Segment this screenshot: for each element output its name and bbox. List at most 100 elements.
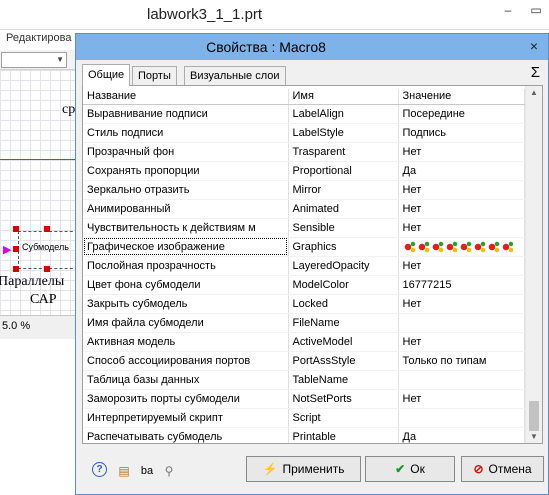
chevron-down-icon: ▼ — [56, 55, 64, 64]
main-window-title: labwork3_1_1.prt — [147, 6, 263, 23]
table-row[interactable]: Заморозить порты субмодели NotSetPorts Нет — [83, 389, 525, 409]
submodel-block[interactable]: Субмодель — [18, 231, 76, 269]
ok-button[interactable]: ✔ Ок — [365, 456, 455, 482]
tab-visual-layers[interactable]: Визуальные слои — [184, 66, 286, 85]
table-row[interactable]: Распечатывать субмодель Printable Да — [83, 427, 525, 443]
maximize-icon[interactable]: ▭ — [522, 0, 549, 21]
cancel-button[interactable]: ⊘ Отмена — [461, 456, 544, 482]
scroll-up-icon[interactable]: ▲ — [530, 88, 538, 97]
property-name-cell: LabelAlign — [288, 104, 399, 124]
property-title-cell: Стиль подписи — [83, 123, 289, 143]
table-row[interactable]: Прозрачный фон Trasparent Нет — [83, 142, 525, 162]
table-row[interactable]: Чувствительность к действиям м Sensible Не… — [83, 218, 525, 238]
table-row[interactable]: Зеркально отразить Mirror Нет — [83, 180, 525, 200]
table-row[interactable]: Сохранять пропорции Proportional Да — [83, 161, 525, 181]
tab-general[interactable]: Общие — [82, 64, 131, 86]
close-icon[interactable]: × — [530, 38, 538, 54]
property-value-cell[interactable]: Да — [398, 427, 525, 443]
minimize-icon[interactable]: – — [494, 0, 522, 21]
property-title-cell: Прозрачный фон — [83, 142, 289, 162]
property-name-cell: Graphics — [288, 237, 399, 257]
property-name-cell: Mirror — [288, 180, 399, 200]
properties-icon[interactable]: ▤ — [115, 462, 133, 480]
property-value-cell[interactable]: Да — [398, 161, 525, 181]
property-value-cell[interactable]: 16777215 — [398, 275, 525, 295]
table-row[interactable]: Интерпретируемый скрипт Script — [83, 408, 525, 428]
main-title-bar: labwork3_1_1.prt – ▭ — [0, 0, 549, 30]
scrollbar-thumb[interactable] — [529, 401, 539, 431]
property-title-cell: Имя файла субмодели — [83, 313, 289, 333]
table-row[interactable]: Способ ассоциирования портов PortAssStyle… — [83, 351, 525, 371]
property-value-cell[interactable]: Нет — [398, 256, 525, 276]
property-name-cell: PortAssStyle — [288, 351, 399, 371]
selection-handle[interactable] — [13, 226, 19, 232]
column-header-title[interactable]: Название — [83, 89, 289, 105]
menu-item-edit[interactable]: Редактирова — [6, 32, 71, 44]
table-row[interactable]: Закрыть субмодель Locked Нет — [83, 294, 525, 314]
property-name-cell: LayeredOpacity — [288, 256, 399, 276]
property-value-cell[interactable] — [398, 370, 525, 390]
property-value-cell[interactable]: Нет — [398, 142, 525, 162]
column-header-name[interactable]: Имя — [288, 89, 399, 105]
search-icon[interactable]: ⚲ — [160, 462, 178, 480]
property-title-cell: Послойная прозрачность — [83, 256, 289, 276]
selection-handle[interactable] — [44, 226, 50, 232]
scroll-down-icon[interactable]: ▼ — [530, 432, 538, 441]
sigma-icon[interactable]: Σ — [531, 64, 540, 81]
property-title-cell: Зеркально отразить — [83, 180, 289, 200]
table-row[interactable]: Таблица базы данных TableName — [83, 370, 525, 390]
column-header-value[interactable]: Значение — [398, 89, 525, 105]
selection-handle[interactable] — [13, 246, 19, 252]
property-value-cell[interactable]: Подпись — [398, 123, 525, 143]
property-value-cell[interactable] — [398, 313, 525, 333]
table-row[interactable]: Цвет фона субмодели ModelColor 16777215 — [83, 275, 525, 295]
property-title-cell: Выравнивание подписи — [83, 104, 289, 124]
property-value-cell[interactable]: Нет — [398, 199, 525, 219]
property-value-cell[interactable]: Нет — [398, 294, 525, 314]
help-icon[interactable]: ? — [92, 462, 107, 477]
dialog-title-bar: Свойства : Macro8 × — [76, 34, 548, 60]
property-name-cell: TableName — [288, 370, 399, 390]
zoom-level: 5.0 % — [2, 320, 31, 332]
property-name-cell: Proportional — [288, 161, 399, 181]
model-canvas[interactable]: ср Субмодель ▶ Параллелы САР — [0, 70, 76, 315]
tab-ports[interactable]: Порты — [132, 66, 177, 85]
property-name-cell: Sensible — [288, 218, 399, 238]
property-value-cell[interactable]: Посередине — [398, 104, 525, 124]
property-name-cell: Animated — [288, 199, 399, 219]
property-name-cell: Locked — [288, 294, 399, 314]
property-value-cell[interactable] — [398, 408, 525, 428]
selection-handle[interactable] — [13, 266, 19, 272]
property-title-cell: Графическое изображение — [83, 237, 289, 257]
property-title-cell: Распечатывать субмодель — [83, 427, 289, 443]
table-row[interactable]: Имя файла субмодели FileName — [83, 313, 525, 333]
property-value-cell[interactable]: Нет — [398, 180, 525, 200]
table-row[interactable]: Стиль подписи LabelStyle Подпись — [83, 123, 525, 143]
table-row[interactable]: Графическое изображение Graphics — [83, 237, 525, 257]
table-row[interactable]: Послойная прозрачность LayeredOpacity Нет — [83, 256, 525, 276]
table-header-row: Название Имя Значение — [83, 89, 525, 105]
table-row[interactable]: Активная модель ActiveModel Нет — [83, 332, 525, 352]
property-value-cell[interactable] — [398, 237, 525, 257]
cancel-icon: ⊘ — [473, 462, 484, 476]
lightning-icon: ⚡ — [262, 462, 278, 476]
property-title-cell: Сохранять пропорции — [83, 161, 289, 181]
property-value-cell[interactable]: Нет — [398, 389, 525, 409]
selection-handle[interactable] — [44, 266, 50, 272]
property-value-cell[interactable]: Нет — [398, 218, 525, 238]
vertical-scrollbar[interactable]: ▲ ▼ — [525, 86, 542, 443]
property-name-cell: Trasparent — [288, 142, 399, 162]
table-row[interactable]: Выравнивание подписи LabelAlign Посередине — [83, 104, 525, 124]
apply-button[interactable]: ⚡ Применить — [246, 456, 361, 482]
property-name-cell: NotSetPorts — [288, 389, 399, 409]
main-window-area — [0, 339, 76, 495]
toolbar-combo[interactable]: ▼ — [1, 52, 67, 68]
property-title-cell: Способ ассоциирования портов — [83, 351, 289, 371]
property-value-cell[interactable]: Нет — [398, 332, 525, 352]
property-title-cell: Закрыть субмодель — [83, 294, 289, 314]
table-row[interactable]: Анимированный Animated Нет — [83, 199, 525, 219]
apply-button-label: Применить — [282, 462, 345, 476]
property-title-cell: Заморозить порты субмодели — [83, 389, 289, 409]
rename-icon[interactable]: ba — [138, 462, 156, 480]
property-value-cell[interactable]: Только по типам — [398, 351, 525, 371]
